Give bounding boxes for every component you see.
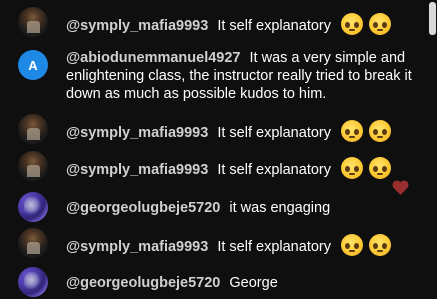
chat-message: @symply_mafia9993 It self explanatory bbox=[18, 5, 423, 37]
message-text: It self explanatory bbox=[217, 162, 331, 178]
message-text: George bbox=[229, 275, 278, 291]
avatar[interactable] bbox=[18, 192, 48, 222]
pleading-face-icon bbox=[369, 13, 392, 35]
scrollbar-thumb[interactable] bbox=[429, 2, 436, 35]
message-text: It self explanatory bbox=[217, 239, 331, 255]
pleading-face-icon bbox=[341, 120, 364, 142]
avatar[interactable] bbox=[18, 228, 48, 258]
message-author[interactable]: @symply_mafia9993 bbox=[66, 162, 208, 178]
avatar[interactable] bbox=[18, 151, 48, 181]
message-text: it was engaging bbox=[229, 200, 331, 216]
message-text: It self explanatory bbox=[217, 18, 331, 34]
message-author[interactable]: @abiodunemmanuel4927 bbox=[66, 50, 241, 66]
message-author[interactable]: @symply_mafia9993 bbox=[66, 239, 208, 255]
pleading-face-icon bbox=[341, 157, 364, 179]
chat-message: @georgeolugbeje5720 George bbox=[18, 267, 423, 299]
pleading-face-icon bbox=[369, 157, 392, 179]
pleading-face-icon bbox=[369, 234, 392, 256]
avatar[interactable] bbox=[18, 7, 48, 37]
message-author[interactable]: @symply_mafia9993 bbox=[66, 125, 208, 141]
chat-message: @symply_mafia9993 It self explanatory bbox=[18, 149, 423, 181]
message-author[interactable]: @georgeolugbeje5720 bbox=[66, 200, 220, 216]
chat-message: @symply_mafia9993 It self explanatory bbox=[18, 226, 423, 258]
avatar[interactable] bbox=[18, 267, 48, 297]
avatar[interactable]: A bbox=[18, 50, 48, 80]
message-author[interactable]: @georgeolugbeje5720 bbox=[66, 275, 220, 291]
pleading-face-icon bbox=[369, 120, 392, 142]
pleading-face-icon bbox=[341, 234, 364, 256]
message-author[interactable]: @symply_mafia9993 bbox=[66, 18, 208, 34]
chat-message: A @abiodunemmanuel4927 It was a very sim… bbox=[18, 48, 423, 108]
chat-scrollbar[interactable] bbox=[428, 0, 437, 298]
live-chat-list: @symply_mafia9993 It self explanatory A … bbox=[0, 0, 437, 298]
chat-message: @georgeolugbeje5720 it was engaging bbox=[18, 192, 423, 224]
avatar[interactable] bbox=[18, 114, 48, 144]
pleading-face-icon bbox=[341, 13, 364, 35]
message-text: It self explanatory bbox=[217, 125, 331, 141]
chat-message: @symply_mafia9993 It self explanatory bbox=[18, 112, 423, 144]
